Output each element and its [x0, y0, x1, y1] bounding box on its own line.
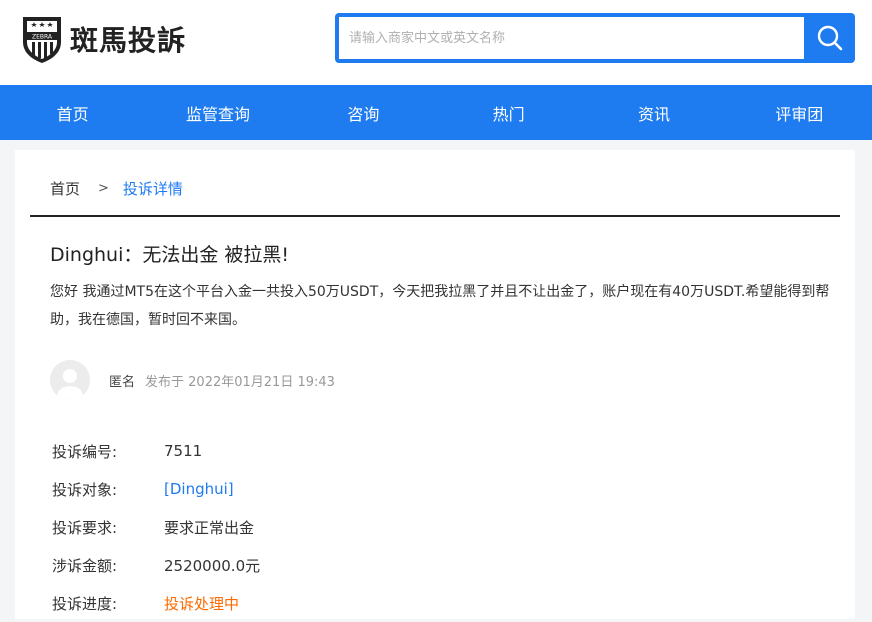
complaint-id: 7511 — [164, 442, 203, 460]
info-row-demand: 投诉要求: 要求正常出金 — [52, 508, 260, 546]
search-button[interactable] — [805, 13, 855, 63]
zebra-shield-icon: ZEBRA — [23, 17, 61, 63]
nav-news[interactable]: 资讯 — [581, 85, 726, 140]
complaint-description: 您好 我通过MT5在这个平台入金一共投入50万USDT，今天把我拉黑了并且不让出… — [50, 284, 830, 328]
post-time: 发布于 2022年01月21日 19:43 — [145, 374, 335, 390]
breadcrumb-home[interactable]: 首页 — [50, 178, 80, 199]
complaint-info-list: 投诉编号: 7511 投诉对象: [Dinghui] 投诉要求: 要求正常出金 … — [52, 432, 260, 622]
info-label: 投诉编号: — [52, 442, 118, 461]
svg-text:ZEBRA: ZEBRA — [32, 34, 53, 41]
info-row-id: 投诉编号: 7511 — [52, 432, 260, 470]
nav-consult[interactable]: 咨询 — [291, 85, 436, 140]
breadcrumb: 首页 > 投诉详情 — [50, 178, 183, 199]
complaint-title: Dinghui：无法出金 被拉黑! — [50, 244, 290, 266]
info-row-amount: 涉诉金额: 2520000.0元 — [52, 546, 260, 584]
author-info: 匿名 发布于 2022年01月21日 19:43 — [50, 360, 335, 400]
divider — [30, 215, 840, 217]
complaint-detail-panel: 首页 > 投诉详情 Dinghui：无法出金 被拉黑! 您好 我通过MT5在这个… — [15, 150, 855, 619]
author-name: 匿名 — [109, 374, 136, 390]
search-icon — [817, 25, 843, 51]
search-input[interactable] — [339, 17, 804, 59]
nav-hot[interactable]: 热门 — [436, 85, 581, 140]
site-header: ZEBRA 斑馬投訴 — [0, 0, 872, 85]
info-row-status: 投诉进度: 投诉处理中 — [52, 584, 260, 622]
nav-home[interactable]: 首页 — [0, 85, 145, 140]
info-label: 投诉对象: — [52, 480, 118, 499]
complaint-demand: 要求正常出金 — [164, 518, 255, 537]
breadcrumb-current[interactable]: 投诉详情 — [123, 178, 183, 199]
info-row-target: 投诉对象: [Dinghui] — [52, 470, 260, 508]
info-label: 投诉进度: — [52, 594, 118, 613]
nav-review-panel[interactable]: 评审团 — [727, 85, 872, 140]
search-bar — [335, 13, 855, 63]
logo-text: 斑馬投訴 — [70, 24, 187, 57]
breadcrumb-separator: > — [98, 181, 109, 196]
nav-regulation-query[interactable]: 监管查询 — [145, 85, 290, 140]
complaint-amount: 2520000.0元 — [164, 556, 261, 575]
site-logo[interactable]: ZEBRA 斑馬投訴 — [20, 14, 186, 64]
complaint-status: 投诉处理中 — [164, 594, 240, 613]
info-label: 涉诉金额: — [52, 556, 118, 575]
main-nav: 首页 监管查询 咨询 热门 资讯 评审团 — [0, 85, 872, 140]
user-avatar-icon — [50, 360, 90, 400]
complaint-target-link[interactable]: [Dinghui] — [164, 480, 234, 498]
avatar — [50, 360, 90, 400]
info-label: 投诉要求: — [52, 518, 118, 537]
